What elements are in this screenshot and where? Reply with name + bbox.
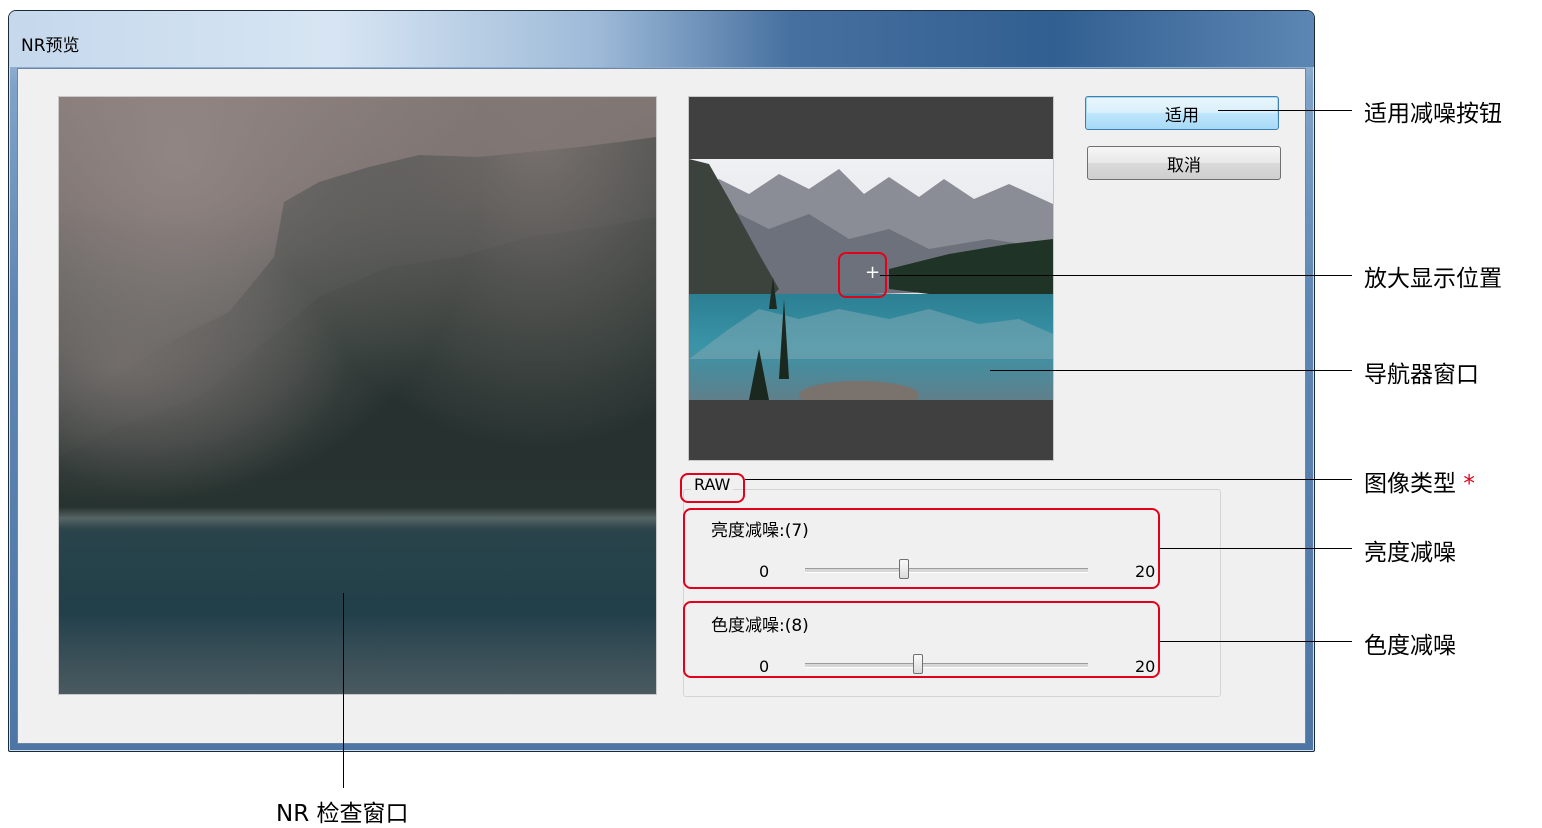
navigator-window-callout: 导航器窗口	[1364, 362, 1479, 388]
window-title: NR预览	[21, 36, 80, 56]
title-bar[interactable]: NR预览	[9, 11, 1314, 67]
image-type-callout-text: 图像类型	[1364, 471, 1456, 497]
apply-button[interactable]: 适用	[1085, 96, 1279, 130]
image-type-callout-line	[745, 479, 1352, 480]
luminance-nr-highlight	[683, 508, 1160, 589]
shoreline	[59, 507, 656, 529]
apply-button-callout: 适用减噪按钮	[1364, 101, 1502, 127]
navigator-callout-line	[990, 370, 1352, 371]
nr-check-window-callout: NR 检查窗口	[276, 801, 409, 827]
apply-callout-line	[1218, 110, 1352, 111]
image-type-highlight	[680, 473, 745, 503]
nr-check-window[interactable]	[58, 96, 657, 695]
chroma-callout-line	[1160, 641, 1352, 642]
nr-window-callout-line	[343, 593, 344, 788]
cancel-button[interactable]: 取消	[1087, 146, 1281, 180]
lake-reflection	[59, 614, 656, 694]
zoom-position-callout: 放大显示位置	[1364, 266, 1502, 292]
chroma-nr-highlight	[683, 601, 1160, 678]
luminance-callout-line	[1160, 548, 1352, 549]
mist-overlay	[59, 97, 656, 694]
chroma-nr-callout: 色度减噪	[1364, 633, 1456, 659]
image-type-callout: 图像类型 *	[1364, 464, 1475, 498]
zoom-callout-line	[880, 275, 1352, 276]
luminance-nr-callout: 亮度减噪	[1364, 540, 1456, 566]
image-type-asterisk: *	[1463, 471, 1475, 497]
